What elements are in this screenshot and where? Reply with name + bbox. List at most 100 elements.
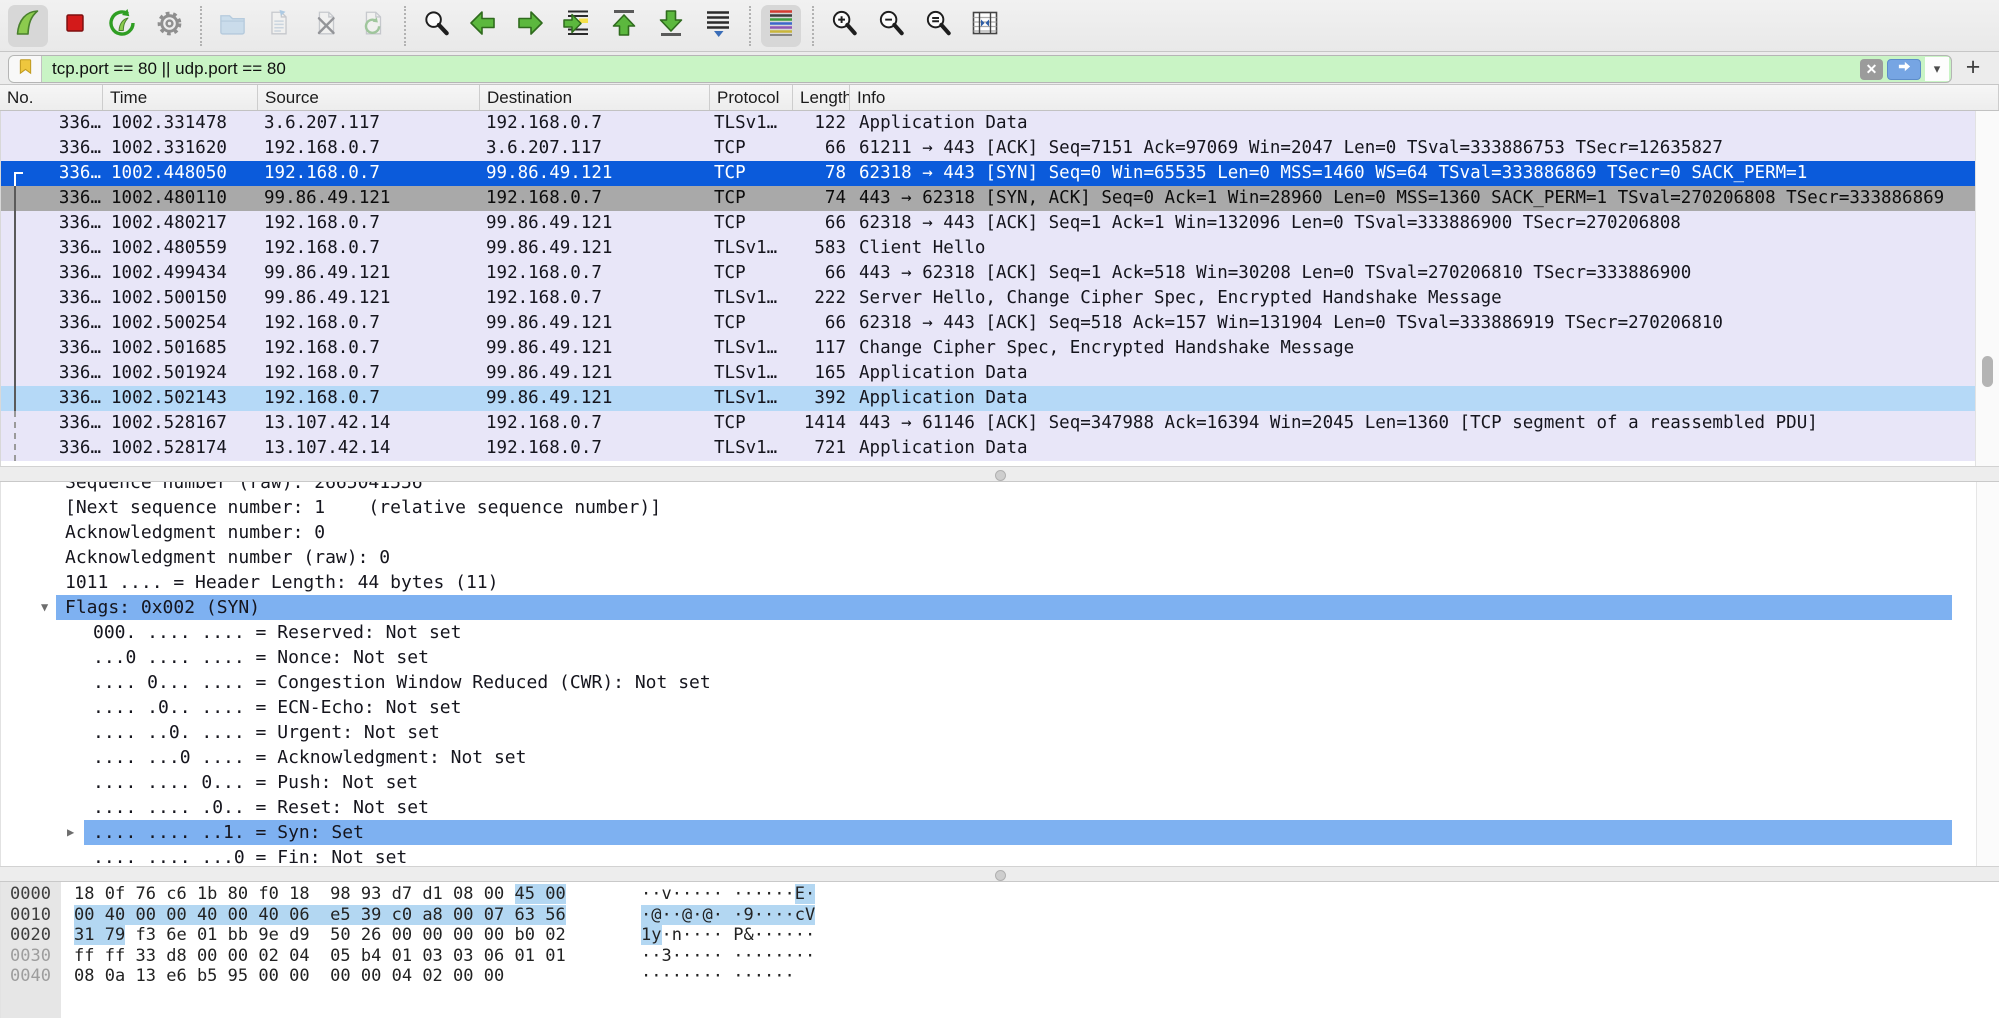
packet-cell-no: 336… [1, 361, 101, 386]
hex-row[interactable]: 0030ff ff 33 d8 00 00 02 04 05 b4 01 03 … [1, 946, 1999, 967]
expander-down-icon[interactable]: ▼ [41, 595, 48, 620]
start-capture-button[interactable] [8, 5, 48, 47]
save-file-button[interactable] [259, 5, 299, 47]
display-filter-field[interactable]: tcp.port == 80 || udp.port == 80 ✕ ▾ [8, 55, 1952, 83]
packet-cell-proto: TCP [714, 411, 792, 436]
filter-input[interactable]: tcp.port == 80 || udp.port == 80 [42, 56, 1860, 82]
find-packet-button[interactable] [416, 5, 456, 47]
detail-row[interactable]: Acknowledgment number: 0 [1, 520, 1976, 545]
column-header-info[interactable]: Info [850, 85, 1999, 110]
packet-cell-len: 721 [792, 436, 846, 461]
colorize-button[interactable] [761, 5, 801, 47]
detail-row[interactable]: ▶.... .... ..1. = Syn: Set [1, 820, 1976, 845]
detail-row[interactable]: Sequence number (raw): 2665041556 [1, 482, 1976, 495]
first-packet-button[interactable] [604, 5, 644, 47]
autoscroll-icon [702, 7, 734, 44]
last-packet-button[interactable] [651, 5, 691, 47]
zoom-reset-icon [923, 8, 954, 44]
zoom-out-button[interactable] [871, 5, 911, 47]
packet-row[interactable]: 336…1002.501924192.168.0.799.86.49.121TL… [1, 361, 1975, 386]
packet-cell-time: 1002.499434 [111, 261, 261, 286]
hex-ascii: ··3····· ········ [641, 946, 815, 967]
column-header-length[interactable]: Length [793, 85, 850, 110]
close-file-button[interactable] [306, 5, 346, 47]
hex-row[interactable]: 002031 79 f3 6e 01 bb 9e d9 50 26 00 00 … [1, 925, 1999, 946]
packet-row[interactable]: 336…1002.52816713.107.42.14192.168.0.7TC… [1, 411, 1975, 436]
filter-bookmark-button[interactable] [9, 56, 42, 82]
packet-row[interactable]: 336…1002.331620192.168.0.73.6.207.117TCP… [1, 136, 1975, 161]
zoom-original-button[interactable] [918, 5, 958, 47]
toolbar-separator [749, 6, 751, 46]
packet-row[interactable]: 336…1002.50015099.86.49.121192.168.0.7TL… [1, 286, 1975, 311]
detail-row[interactable]: ...0 .... .... = Nonce: Not set [1, 645, 1976, 670]
packet-cell-no: 336… [1, 136, 101, 161]
packet-cell-src: 99.86.49.121 [264, 186, 479, 211]
go-forward-button[interactable] [510, 5, 550, 47]
scrollbar-thumb[interactable] [1982, 356, 1993, 387]
detail-row[interactable]: .... ..0. .... = Urgent: Not set [1, 720, 1976, 745]
detail-row[interactable]: 000. .... .... = Reserved: Not set [1, 620, 1976, 645]
restart-capture-button[interactable] [102, 5, 142, 47]
packet-cell-dst: 192.168.0.7 [486, 261, 708, 286]
detail-row[interactable]: ▼Flags: 0x002 (SYN) [1, 595, 1976, 620]
zoom-in-button[interactable] [824, 5, 864, 47]
packet-cell-no: 336… [1, 161, 101, 186]
packet-cell-proto: TLSv1… [714, 436, 792, 461]
arrow-right-icon [514, 7, 546, 44]
packet-cell-dst: 99.86.49.121 [486, 311, 708, 336]
packet-cell-proto: TLSv1… [714, 361, 792, 386]
filter-add-button[interactable]: + [1960, 53, 1986, 81]
detail-row[interactable]: [Next sequence number: 1 (relative seque… [1, 495, 1976, 520]
column-header-no[interactable]: No. [0, 85, 103, 110]
auto-scroll-button[interactable] [698, 5, 738, 47]
column-header-source[interactable]: Source [258, 85, 480, 110]
packet-row[interactable]: 336…1002.480559192.168.0.799.86.49.121TL… [1, 236, 1975, 261]
packet-cell-info: Client Hello [859, 236, 1975, 261]
packet-list-scrollbar[interactable] [1975, 111, 1999, 466]
go-to-packet-button[interactable] [557, 5, 597, 47]
expander-right-icon[interactable]: ▶ [67, 820, 74, 845]
packet-cell-proto: TCP [714, 211, 792, 236]
packet-row[interactable]: 336…1002.448050192.168.0.799.86.49.121TC… [1, 161, 1975, 186]
packet-row[interactable]: 336…1002.502143192.168.0.799.86.49.121TL… [1, 386, 1975, 411]
detail-row[interactable]: .... 0... .... = Congestion Window Reduc… [1, 670, 1976, 695]
open-file-button[interactable] [212, 5, 252, 47]
detail-row[interactable]: Acknowledgment number (raw): 0 [1, 545, 1976, 570]
splitter-grip-icon [995, 870, 1006, 881]
packet-row[interactable]: 336…1002.52817413.107.42.14192.168.0.7TL… [1, 436, 1975, 461]
filter-dropdown-caret[interactable]: ▾ [1925, 57, 1949, 81]
packet-row[interactable]: 336…1002.480217192.168.0.799.86.49.121TC… [1, 211, 1975, 236]
packet-row[interactable]: 336…1002.501685192.168.0.799.86.49.121TL… [1, 336, 1975, 361]
detail-row[interactable]: .... .... 0... = Push: Not set [1, 770, 1976, 795]
detail-row-label: .... .... .0.. = Reset: Not set [93, 795, 429, 820]
column-header-protocol[interactable]: Protocol [710, 85, 793, 110]
detail-row[interactable]: .... ...0 .... = Acknowledgment: Not set [1, 745, 1976, 770]
hex-row[interactable]: 004008 0a 13 e6 b5 95 00 00 00 00 04 02 … [1, 966, 1999, 987]
hex-row[interactable]: 000018 0f 76 c6 1b 80 f0 18 98 93 d7 d1 … [1, 884, 1999, 905]
filter-apply-button[interactable] [1887, 59, 1921, 80]
detail-row[interactable]: .... .0.. .... = ECN-Echo: Not set [1, 695, 1976, 720]
packet-row[interactable]: 336…1002.48011099.86.49.121192.168.0.7TC… [1, 186, 1975, 211]
capture-options-button[interactable] [149, 5, 189, 47]
column-header-destination[interactable]: Destination [480, 85, 710, 110]
packet-row[interactable]: 336…1002.3314783.6.207.117192.168.0.7TLS… [1, 111, 1975, 136]
go-back-button[interactable] [463, 5, 503, 47]
filter-clear-button[interactable]: ✕ [1860, 59, 1883, 80]
resize-columns-button[interactable] [965, 5, 1005, 47]
detail-row[interactable]: .... .... ...0 = Fin: Not set [1, 845, 1976, 866]
packet-cell-info: 443 → 62318 [SYN, ACK] Seq=0 Ack=1 Win=2… [859, 186, 1975, 211]
hex-row[interactable]: 001000 40 00 00 40 00 40 06 e5 39 c0 a8 … [1, 905, 1999, 926]
packet-row[interactable]: 336…1002.49943499.86.49.121192.168.0.7TC… [1, 261, 1975, 286]
column-header-time[interactable]: Time [103, 85, 258, 110]
hex-bytes: 18 0f 76 c6 1b 80 f0 18 98 93 d7 d1 08 0… [74, 884, 566, 905]
details-scrollbar[interactable] [1976, 482, 1999, 866]
packet-row[interactable]: 336…1002.500254192.168.0.799.86.49.121TC… [1, 311, 1975, 336]
packet-cell-len: 74 [792, 186, 846, 211]
splitter-details-hex[interactable] [0, 866, 1999, 882]
stop-capture-button[interactable] [55, 5, 95, 47]
detail-row[interactable]: 1011 .... = Header Length: 44 bytes (11) [1, 570, 1976, 595]
splitter-list-details[interactable] [0, 466, 1999, 482]
packet-cell-time: 1002.331620 [111, 136, 261, 161]
detail-row[interactable]: .... .... .0.. = Reset: Not set [1, 795, 1976, 820]
reload-file-button[interactable] [353, 5, 393, 47]
